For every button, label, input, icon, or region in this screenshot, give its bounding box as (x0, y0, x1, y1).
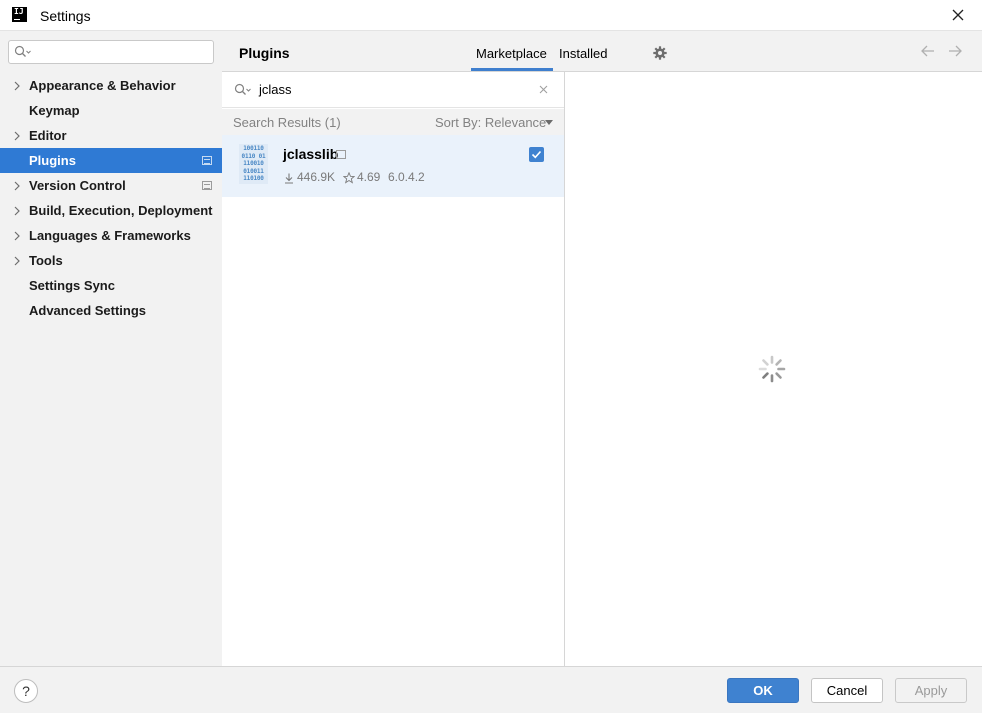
sidebar-item-label: Build, Execution, Deployment (29, 203, 213, 218)
sidebar-item-appearance-behavior[interactable]: Appearance & Behavior (0, 73, 222, 98)
help-button[interactable]: ? (14, 679, 38, 703)
chevron-right-icon (14, 131, 20, 141)
results-bar: Search Results (1) Sort By: Relevance (222, 109, 564, 135)
sidebar-item-label: Keymap (29, 103, 80, 118)
loading-spinner-icon (758, 355, 786, 383)
plugin-search-input[interactable]: jclass (222, 72, 564, 108)
sidebar-search-input[interactable] (8, 40, 214, 64)
sidebar-item-settings-sync[interactable]: Settings Sync (0, 273, 222, 298)
chevron-right-icon (14, 231, 20, 241)
plugin-logo: 100110 0110 01 110010 010011 110100 (239, 144, 268, 184)
sidebar-item-label: Editor (29, 128, 67, 143)
ok-button[interactable]: OK (727, 678, 799, 703)
sidebar-item-plugins[interactable]: Plugins (0, 148, 222, 173)
plugin-detail-pane (565, 72, 982, 666)
plugin-list-pane: jclass Search Results (1) Sort By: Relev… (222, 72, 565, 666)
sidebar-item-label: Languages & Frameworks (29, 228, 191, 243)
chevron-right-icon (14, 206, 20, 216)
plugin-enabled-checkbox[interactable] (529, 147, 544, 162)
close-icon[interactable] (949, 6, 967, 24)
download-icon (285, 173, 293, 184)
sidebar-item-label: Version Control (29, 178, 126, 193)
page-title: Plugins (239, 45, 290, 61)
search-query[interactable]: jclass (259, 82, 292, 97)
intellij-app-icon: IJ (12, 7, 27, 22)
arrow-right-icon[interactable] (947, 44, 963, 58)
clear-icon[interactable] (539, 85, 548, 94)
plugins-header: Plugins Marketplace Installed (222, 32, 982, 72)
project-level-icon (336, 150, 346, 159)
star-icon (343, 172, 355, 184)
plugin-list-item[interactable]: 100110 0110 01 110010 010011 110100 jclassli… (222, 135, 564, 197)
sidebar-item-keymap[interactable]: Keymap (0, 98, 222, 123)
checkmark-icon (531, 150, 542, 159)
sidebar-item-label: Tools (29, 253, 63, 268)
sidebar-item-label: Plugins (29, 153, 76, 168)
sidebar-item-label: Appearance & Behavior (29, 78, 176, 93)
cancel-button[interactable]: Cancel (811, 678, 883, 703)
tab-installed[interactable]: Installed (559, 46, 607, 61)
sidebar-item-editor[interactable]: Editor (0, 123, 222, 148)
apply-button[interactable]: Apply (895, 678, 967, 703)
project-level-icon (202, 181, 212, 190)
plugin-name: jclasslib (283, 146, 339, 162)
sidebar-item-build-execution-deployment[interactable]: Build, Execution, Deployment (0, 198, 222, 223)
sidebar-item-version-control[interactable]: Version Control (0, 173, 222, 198)
sort-dropdown[interactable]: Sort By: Relevance (435, 115, 546, 130)
title-bar: IJ Settings (0, 0, 982, 31)
plugin-rating: 4.69 (357, 170, 381, 184)
sidebar-item-tools[interactable]: Tools (0, 248, 222, 273)
search-icon (234, 83, 251, 95)
search-icon (14, 45, 31, 57)
chevron-down-icon[interactable] (545, 120, 553, 125)
results-count: Search Results (1) (233, 115, 341, 130)
chevron-right-icon (14, 81, 20, 91)
arrow-left-icon[interactable] (920, 44, 936, 58)
chevron-right-icon (14, 256, 20, 266)
dialog-footer: ? OK Cancel Apply (0, 666, 982, 713)
chevron-right-icon (14, 181, 20, 191)
gear-icon[interactable] (653, 46, 667, 60)
sidebar-item-label: Settings Sync (29, 278, 115, 293)
sidebar-item-label: Advanced Settings (29, 303, 147, 318)
sidebar-item-advanced-settings[interactable]: Advanced Settings (0, 298, 222, 323)
project-level-icon (202, 156, 212, 165)
sidebar-item-languages-frameworks[interactable]: Languages & Frameworks (0, 223, 222, 248)
settings-sidebar: Appearance & Behavior Keymap Editor Plug… (0, 32, 222, 666)
tab-marketplace[interactable]: Marketplace (476, 46, 547, 61)
window-title: Settings (40, 8, 91, 24)
plugin-version: 6.0.4.2 (388, 170, 425, 184)
plugin-downloads: 446.9K (297, 170, 336, 184)
active-tab-indicator (471, 68, 553, 71)
